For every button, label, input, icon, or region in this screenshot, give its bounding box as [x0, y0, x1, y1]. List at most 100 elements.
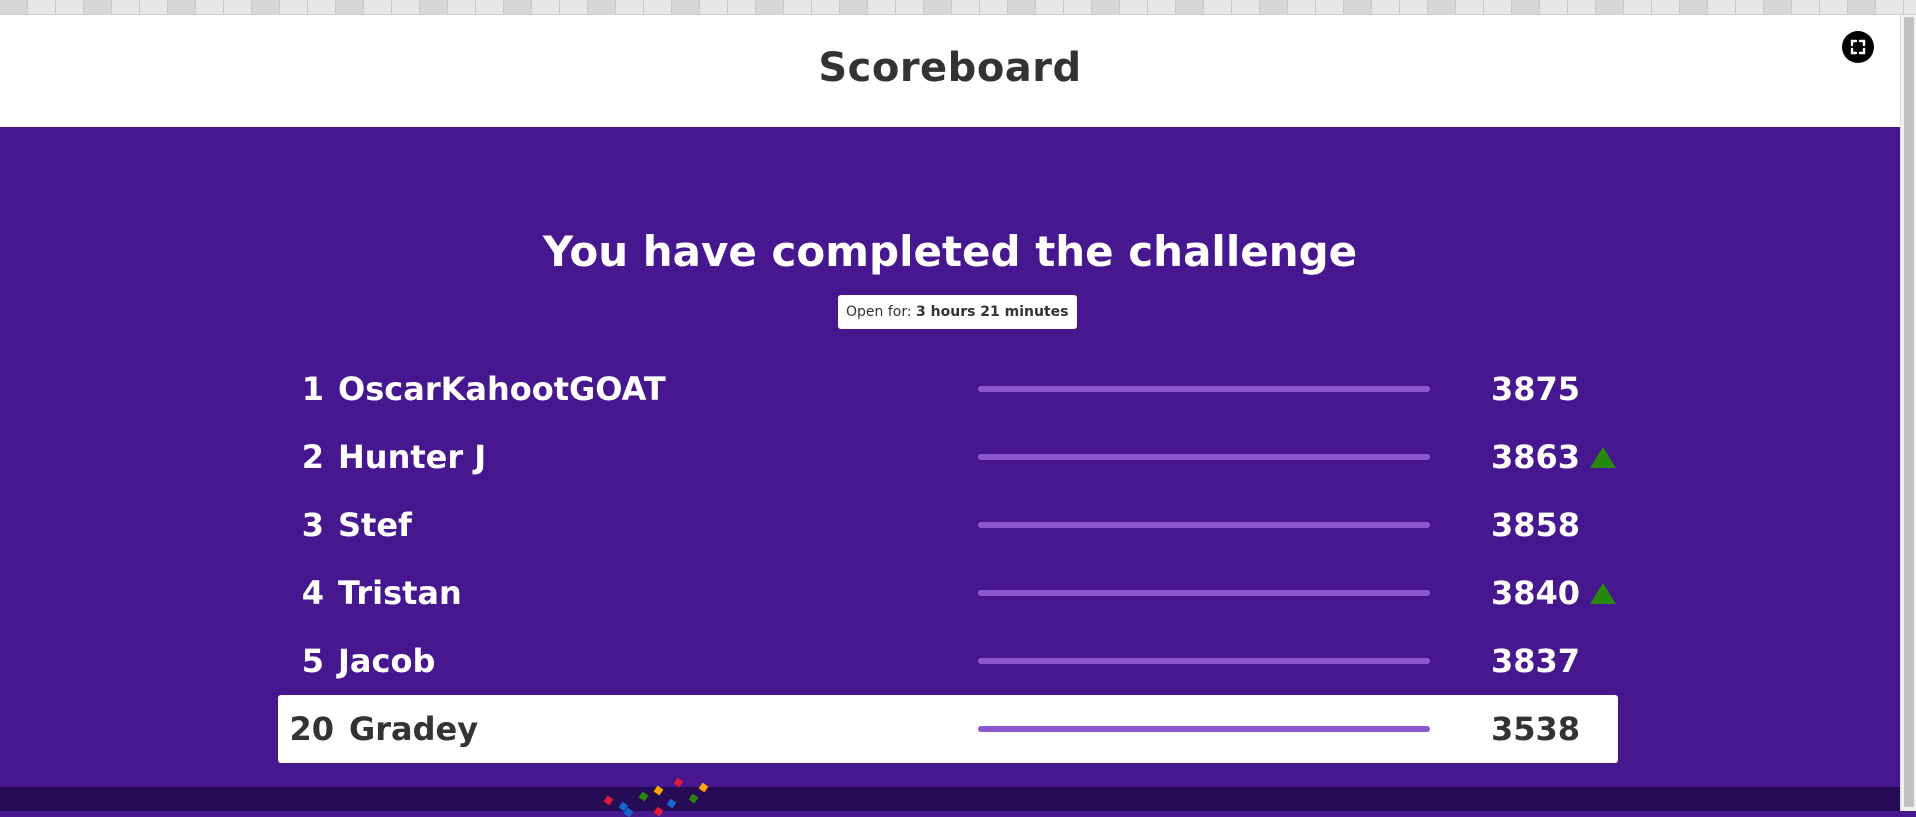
bookmark-tab — [1288, 0, 1316, 14]
footer-bar — [0, 787, 1900, 811]
bookmark-tab — [1064, 0, 1092, 14]
score-bar-fill — [978, 386, 1430, 392]
bookmark-tab — [588, 0, 616, 14]
bookmark-tab — [308, 0, 336, 14]
bookmark-tab — [1204, 0, 1232, 14]
score-bar — [978, 658, 1430, 664]
results-panel: You have completed the challenge Open fo… — [0, 127, 1900, 787]
score-bar-fill — [978, 454, 1430, 460]
bookmark-tab — [112, 0, 140, 14]
player-name: Jacob — [338, 642, 436, 680]
completion-headline: You have completed the challenge — [542, 227, 1358, 276]
browser-bookmark-strip — [0, 0, 1916, 15]
player-name: OscarKahootGOAT — [338, 370, 666, 408]
bookmark-tab — [700, 0, 728, 14]
bookmark-tab — [812, 0, 840, 14]
bookmark-tab — [168, 0, 196, 14]
score-bar-fill — [978, 658, 1430, 664]
leaderboard-row: 5 Jacob 3837 — [278, 627, 1618, 695]
page-title: Scoreboard — [818, 45, 1082, 91]
bookmark-tab — [0, 0, 28, 14]
score-bar — [978, 454, 1430, 460]
bookmark-tab — [1848, 0, 1876, 14]
bookmark-tab — [1792, 0, 1820, 14]
player-name: Tristan — [338, 574, 462, 612]
bookmark-tab — [1540, 0, 1568, 14]
bookmark-tab — [672, 0, 700, 14]
leaderboard-row: 1 OscarKahootGOAT 3875 — [278, 355, 1618, 423]
bookmark-tab — [1344, 0, 1372, 14]
scoreboard-header: Scoreboard — [0, 15, 1900, 127]
score-bar — [978, 726, 1430, 732]
bookmark-tab — [224, 0, 252, 14]
player-rank: 4 — [301, 574, 324, 612]
leaderboard-row: 3 Stef 3858 — [278, 491, 1618, 559]
bookmark-tab — [868, 0, 896, 14]
player-rank: 2 — [301, 438, 324, 476]
bookmark-tab — [1232, 0, 1260, 14]
bookmark-tab — [1652, 0, 1680, 14]
page-scrollbar[interactable] — [1900, 15, 1916, 811]
bookmark-tab — [280, 0, 308, 14]
bookmark-tab — [840, 0, 868, 14]
open-for-label: Open for: — [846, 304, 912, 320]
bookmark-tab — [1176, 0, 1204, 14]
player-rank: 20 — [289, 710, 334, 748]
open-for-value: 3 hours 21 minutes — [916, 304, 1069, 320]
bookmark-tab — [1708, 0, 1736, 14]
score-bar-fill — [978, 522, 1430, 528]
bookmark-tab — [504, 0, 532, 14]
bookmark-tab — [1820, 0, 1848, 14]
rank-up-icon — [1590, 583, 1616, 604]
bookmark-tab — [84, 0, 112, 14]
bookmark-tab — [924, 0, 952, 14]
bookmark-tab — [1372, 0, 1400, 14]
player-score: 3837 — [1490, 642, 1580, 680]
bookmark-tab — [1092, 0, 1120, 14]
rank-up-icon — [1590, 447, 1616, 468]
player-rank: 3 — [301, 506, 324, 544]
player-score: 3858 — [1490, 506, 1580, 544]
bookmark-tab — [1400, 0, 1428, 14]
bookmark-tab — [1036, 0, 1064, 14]
bookmark-tab — [1568, 0, 1596, 14]
player-score: 3840 — [1490, 574, 1580, 612]
bookmark-tab — [420, 0, 448, 14]
bookmark-tab — [1596, 0, 1624, 14]
player-name: Hunter J — [338, 438, 487, 476]
leaderboard-row: 2 Hunter J 3863 — [278, 423, 1618, 491]
bookmark-tab — [1512, 0, 1540, 14]
bookmark-tab — [336, 0, 364, 14]
bookmark-tab — [1764, 0, 1792, 14]
expand-icon — [1850, 39, 1866, 55]
leaderboard-row: 4 Tristan 3840 — [278, 559, 1618, 627]
bookmark-tab — [784, 0, 812, 14]
bookmark-tab — [728, 0, 756, 14]
player-score: 3538 — [1490, 710, 1580, 748]
player-name: Gradey — [349, 710, 479, 748]
bookmark-tab — [476, 0, 504, 14]
bookmark-tab — [896, 0, 924, 14]
bookmark-tab — [1876, 0, 1904, 14]
bookmark-tab — [1260, 0, 1288, 14]
scrollbar-thumb[interactable] — [1904, 17, 1914, 807]
bookmark-tab — [392, 0, 420, 14]
current-player-row: 20 Gradey 3538 — [278, 695, 1618, 763]
score-bar — [978, 590, 1430, 596]
bookmark-tab — [364, 0, 392, 14]
bookmark-tab — [1624, 0, 1652, 14]
score-bar-fill — [978, 590, 1430, 596]
bookmark-tab — [1456, 0, 1484, 14]
player-rank: 5 — [301, 642, 324, 680]
bookmark-tab — [1736, 0, 1764, 14]
bookmark-tab — [1484, 0, 1512, 14]
bookmark-tab — [196, 0, 224, 14]
bookmark-tab — [1148, 0, 1176, 14]
bookmark-tab — [1316, 0, 1344, 14]
score-bar-fill — [978, 726, 1430, 732]
fullscreen-button[interactable] — [1842, 31, 1874, 63]
bookmark-tab — [140, 0, 168, 14]
bookmark-tab — [1120, 0, 1148, 14]
bookmark-tab — [532, 0, 560, 14]
score-bar — [978, 386, 1430, 392]
